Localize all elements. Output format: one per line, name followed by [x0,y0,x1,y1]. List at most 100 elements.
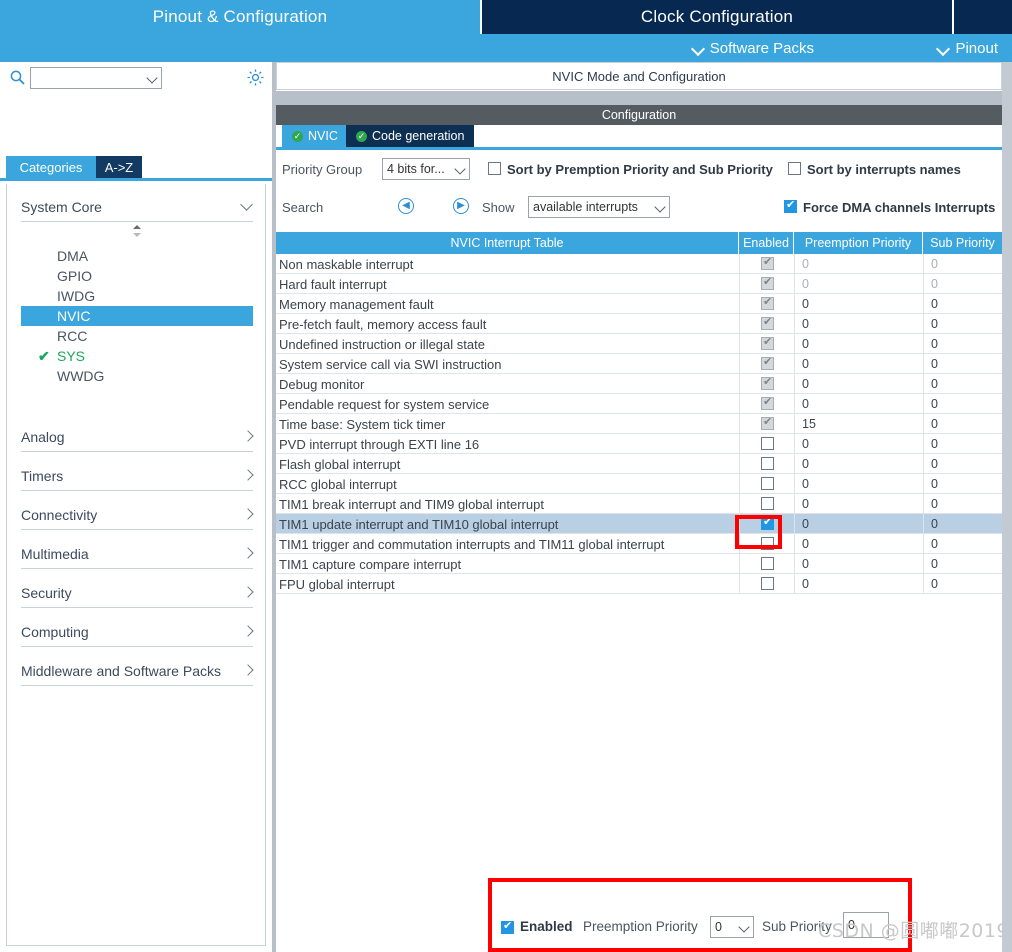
table-row[interactable]: TIM1 update interrupt and TIM10 global i… [276,514,1002,534]
table-cell-preemption-priority[interactable]: 0 [794,494,923,514]
table-row[interactable]: Pre-fetch fault, memory access fault 00 [276,314,1002,334]
tab-clock-configuration[interactable]: Clock Configuration [482,0,952,34]
table-row[interactable]: Memory management fault 00 [276,294,1002,314]
row-enabled-checkbox[interactable] [761,416,774,430]
table-cell-preemption-priority[interactable]: 0 [794,334,923,354]
sidebar-group-multimedia[interactable]: Multimedia [21,539,253,569]
column-header-sub-priority[interactable]: Sub Priority [923,232,1002,254]
table-cell-sub-priority[interactable]: 0 [923,534,1002,554]
table-cell-preemption-priority[interactable]: 0 [794,374,923,394]
table-row[interactable]: Flash global interrupt 0 0 [276,454,1002,474]
table-cell-preemption-priority[interactable]: 0 [794,474,923,494]
table-row[interactable]: TIM1 trigger and commutation interrupts … [276,534,1002,554]
sidebar-item-sys[interactable]: ✔ SYS [21,346,253,366]
row-enabled-checkbox[interactable] [761,477,774,490]
sort-by-interrupts-names-checkbox[interactable] [788,162,801,175]
row-enabled-checkbox[interactable] [761,437,774,450]
table-row[interactable]: RCC global interrupt 0 0 [276,474,1002,494]
row-enabled-checkbox[interactable] [761,457,774,470]
sort-by-preemption-priority-checkbox[interactable] [488,162,501,175]
tree-scroll-spinner[interactable] [129,224,145,238]
sidebar-item-iwdg[interactable]: IWDG [21,286,253,306]
search-previous-button[interactable]: ◀ [398,198,414,214]
table-cell-preemption-priority[interactable]: 0 [794,354,923,374]
table-cell-sub-priority[interactable]: 0 [923,554,1002,574]
table-row[interactable]: Pendable request for system service 00 [276,394,1002,414]
sidebar-item-nvic[interactable]: NVIC [21,306,253,326]
table-cell-sub-priority[interactable]: 0 [923,574,1002,594]
table-cell-sub-priority[interactable]: 0 [923,314,1002,334]
row-enabled-checkbox[interactable] [761,497,774,510]
table-cell-sub-priority[interactable]: 0 [923,274,1002,294]
pinout-menu[interactable]: Pinout [938,34,998,62]
table-cell-sub-priority[interactable]: 0 [923,394,1002,414]
gear-icon[interactable] [246,68,265,87]
search-next-button[interactable]: ▶ [453,198,469,214]
table-cell-sub-priority[interactable]: 0 [923,334,1002,354]
tab-nvic[interactable]: ✓ NVIC [282,125,348,147]
column-header-enabled[interactable]: Enabled [739,232,794,254]
tab-pinout-and-configuration[interactable]: Pinout & Configuration [0,0,480,34]
table-cell-sub-priority[interactable]: 0 [923,294,1002,314]
table-row[interactable]: System service call via SWI instruction 0… [276,354,1002,374]
force-dma-channels-checkbox[interactable] [784,199,797,213]
row-enabled-checkbox[interactable] [761,276,774,290]
sidebar-group-security[interactable]: Security [21,578,253,608]
row-enabled-checkbox[interactable] [761,336,774,350]
table-cell-preemption-priority[interactable]: 15 [794,414,923,434]
table-row[interactable]: Hard fault interrupt 00 [276,274,1002,294]
row-enabled-checkbox[interactable] [761,256,774,270]
sidebar-item-dma[interactable]: DMA [21,246,253,266]
show-filter-select[interactable]: available interrupts [528,196,670,218]
table-cell-preemption-priority[interactable]: 0 [794,434,923,454]
table-cell-preemption-priority[interactable]: 0 [794,534,923,554]
table-cell-sub-priority[interactable]: 0 [923,494,1002,514]
table-cell-preemption-priority[interactable]: 0 [794,274,923,294]
table-cell-sub-priority[interactable]: 0 [923,454,1002,474]
table-row[interactable]: Undefined instruction or illegal state 00 [276,334,1002,354]
row-enabled-checkbox[interactable] [761,296,774,310]
column-header-preemption-priority[interactable]: Preemption Priority [794,232,923,254]
main-vertical-scrollbar[interactable] [1002,62,1012,952]
row-enabled-checkbox[interactable] [761,376,774,390]
sidebar-item-wwdg[interactable]: WWDG [21,366,253,386]
table-row[interactable]: PVD interrupt through EXTI line 16 0 0 [276,434,1002,454]
table-cell-preemption-priority[interactable]: 0 [794,554,923,574]
table-row[interactable]: Non maskable interrupt 00 [276,254,1002,274]
table-row[interactable]: Debug monitor 00 [276,374,1002,394]
table-cell-sub-priority[interactable]: 0 [923,514,1002,534]
table-cell-preemption-priority[interactable]: 0 [794,574,923,594]
table-cell-sub-priority[interactable]: 0 [923,474,1002,494]
component-search-input[interactable] [30,67,162,89]
table-cell-sub-priority[interactable]: 0 [923,354,1002,374]
detail-preemption-priority-select[interactable]: 0 [710,916,754,938]
row-enabled-checkbox[interactable] [761,537,774,550]
row-enabled-checkbox[interactable] [761,577,774,590]
table-cell-preemption-priority[interactable]: 0 [794,294,923,314]
sidebar-group-computing[interactable]: Computing [21,617,253,647]
row-enabled-checkbox[interactable] [761,516,774,530]
table-cell-preemption-priority[interactable]: 0 [794,394,923,414]
tab-a-to-z[interactable]: A->Z [96,156,142,178]
sidebar-group-middleware-and-software-packs[interactable]: Middleware and Software Packs [21,656,253,686]
table-row[interactable]: TIM1 break interrupt and TIM9 global int… [276,494,1002,514]
sidebar-group-timers[interactable]: Timers [21,461,253,491]
row-enabled-checkbox[interactable] [761,316,774,330]
tab-extra[interactable] [954,0,1012,34]
row-enabled-checkbox[interactable] [761,557,774,570]
sidebar-group-system-core[interactable]: System Core [21,192,253,222]
row-enabled-checkbox[interactable] [761,356,774,370]
sidebar-group-analog[interactable]: Analog [21,422,253,452]
table-cell-preemption-priority[interactable]: 0 [794,314,923,334]
sidebar-item-rcc[interactable]: RCC [21,326,253,346]
priority-group-select[interactable]: 4 bits for... [382,158,470,180]
table-cell-preemption-priority[interactable]: 0 [794,254,923,274]
table-cell-preemption-priority[interactable]: 0 [794,454,923,474]
table-row[interactable]: Time base: System tick timer 150 [276,414,1002,434]
column-header-interrupt-name[interactable]: NVIC Interrupt Table [276,232,739,254]
sidebar-group-connectivity[interactable]: Connectivity [21,500,253,530]
sidebar-item-gpio[interactable]: GPIO [21,266,253,286]
software-packs-menu[interactable]: Software Packs [693,34,814,62]
tab-categories[interactable]: Categories [6,156,96,178]
table-cell-sub-priority[interactable]: 0 [923,254,1002,274]
